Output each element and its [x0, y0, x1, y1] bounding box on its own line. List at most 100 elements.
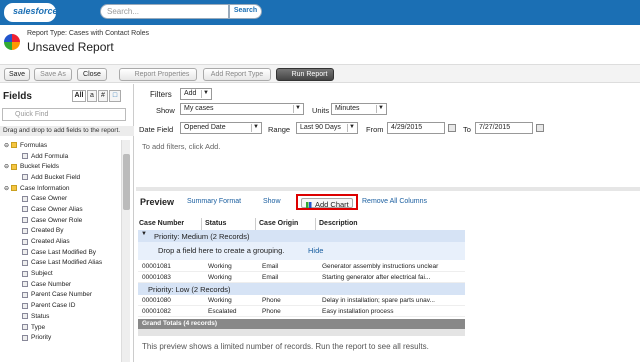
chevron-down-icon: ▼ [293, 105, 302, 113]
fields-tab-number[interactable]: # [98, 90, 108, 102]
from-label: From [366, 125, 384, 134]
table-cell: Working [208, 274, 232, 281]
run-report-button[interactable]: Run Report [276, 68, 334, 81]
grouping-drop-zone[interactable]: Drop a field here to create a grouping. … [138, 242, 465, 260]
field-label: Parent Case Number [31, 291, 93, 299]
fields-scrollbar[interactable] [121, 140, 130, 362]
range-select-value: Last 90 Days [300, 124, 341, 131]
preview-panel: Preview Summary Format Show Add Chart Re… [136, 192, 640, 362]
table-cell: Delay in installation; spare parts unav.… [322, 297, 435, 304]
table-cell: 00001080 [142, 297, 171, 304]
filters-add-dropdown[interactable]: Add ▼ [180, 88, 212, 100]
table-cell: Phone [262, 297, 281, 304]
field-icon [22, 174, 28, 181]
field-item[interactable]: Created By [0, 226, 120, 237]
field-item[interactable]: Priority [0, 332, 120, 343]
field-item[interactable]: Subject [0, 268, 120, 279]
field-label: Formulas [20, 141, 48, 149]
panel-divider[interactable] [136, 187, 640, 191]
add-chart-button[interactable]: Add Chart [301, 198, 353, 209]
range-select[interactable]: Last 90 Days ▼ [296, 122, 358, 134]
table-cell: Working [208, 297, 232, 304]
close-button[interactable]: Close [77, 68, 107, 81]
group-medium-label: Priority: Medium (2 Records) [154, 232, 250, 241]
filters-label: Filters [150, 90, 172, 99]
save-as-button[interactable]: Save As [34, 68, 72, 81]
date-field-value: Opened Date [184, 124, 226, 131]
fields-tab-date[interactable]: □ [109, 90, 121, 102]
add-chart-label: Add Chart [315, 200, 349, 209]
search-input[interactable]: Search... [100, 4, 229, 19]
bar-chart-icon [306, 202, 313, 208]
collapse-toggle-icon[interactable]: ⊖ [4, 163, 9, 170]
field-folder[interactable]: ⊖ Case Information [0, 183, 120, 194]
collapse-toggle-icon[interactable]: ⊖ [4, 185, 9, 192]
field-tree: ⊖ Formulas Add Formula ⊖ Bucket Fields Add Bu… [0, 140, 120, 362]
fields-title: Fields [3, 91, 32, 102]
preview-title: Preview [140, 197, 175, 207]
show-dropdown[interactable]: Show [263, 198, 281, 205]
field-item[interactable]: Status [0, 311, 120, 322]
fields-panel: Fields All a # □ Quick Find Drag and dro… [0, 84, 134, 362]
field-item[interactable]: Case Number [0, 279, 120, 290]
add-chart-highlight: Add Chart [296, 194, 358, 210]
hide-link[interactable]: Hide [308, 246, 323, 255]
group-header-low[interactable]: Priority: Low (2 Records) [138, 283, 465, 295]
field-icon [22, 249, 28, 256]
folder-icon [11, 185, 18, 192]
show-select[interactable]: My cases ▼ [180, 103, 304, 115]
field-item[interactable]: Parent Case Number [0, 290, 120, 301]
calendar-icon[interactable] [536, 124, 544, 132]
date-field-select[interactable]: Opened Date ▼ [180, 122, 262, 134]
from-date-input[interactable]: 4/29/2015 [387, 122, 445, 134]
quick-find-input[interactable]: Quick Find [2, 108, 126, 121]
field-item[interactable]: Created Alias [0, 236, 120, 247]
field-item[interactable]: Case Last Modified By [0, 247, 120, 258]
fields-tab-all[interactable]: All [72, 90, 86, 102]
add-report-type-button[interactable]: Add Report Type [203, 68, 271, 81]
units-label: Units [312, 106, 330, 115]
chevron-down-icon: ▼ [347, 124, 356, 132]
field-item[interactable]: Case Owner Role [0, 215, 120, 226]
field-item[interactable]: Case Last Modified Alias [0, 258, 120, 269]
field-item[interactable]: Case Owner [0, 193, 120, 204]
field-item[interactable]: Type [0, 322, 120, 333]
chevron-down-icon: ▼ [251, 124, 260, 132]
remove-all-columns-link[interactable]: Remove All Columns [362, 198, 427, 205]
table-cell: Easy installation process [322, 308, 394, 315]
group-header-medium[interactable]: ▼ Priority: Medium (2 Records) [138, 230, 465, 242]
search-button[interactable]: Search [229, 4, 262, 19]
collapse-toggle-icon[interactable]: ⊖ [4, 142, 9, 149]
field-label: Priority [31, 334, 52, 342]
field-icon [22, 334, 28, 341]
field-folder[interactable]: ⊖ Bucket Fields [0, 161, 120, 172]
units-select-value: Minutes [335, 105, 360, 112]
field-item[interactable]: Case Owner Alias [0, 204, 120, 215]
scrollbar-thumb[interactable] [123, 154, 130, 210]
summary-format-dropdown[interactable]: Summary Format [187, 198, 241, 205]
collapse-icon[interactable]: ▼ [141, 231, 147, 237]
top-header: salesforce Search... Search [0, 0, 640, 25]
table-cell: Escalated [208, 308, 237, 315]
units-select[interactable]: Minutes ▼ [331, 103, 387, 115]
field-label: Type [31, 323, 46, 331]
field-item[interactable]: Add Formula [0, 151, 120, 162]
report-properties-button[interactable]: Report Properties [119, 68, 197, 81]
field-item[interactable]: Add Bucket Field [0, 172, 120, 183]
field-label: Case Last Modified By [31, 248, 97, 256]
to-label: To [463, 125, 471, 134]
field-item[interactable]: Parent Case ID [0, 300, 120, 311]
save-button[interactable]: Save [4, 68, 30, 81]
table-row: 00001080 Working Phone Delay in installatio… [138, 296, 465, 306]
field-label: Add Formula [31, 152, 69, 160]
fields-tab-text[interactable]: a [87, 90, 97, 102]
to-date-input[interactable]: 7/27/2015 [475, 122, 533, 134]
group-low-label: Priority: Low (2 Records) [148, 285, 231, 294]
show-select-value: My cases [184, 105, 214, 112]
field-icon [22, 281, 28, 288]
salesforce-logo[interactable]: salesforce [4, 3, 58, 22]
field-icon [22, 324, 28, 331]
field-folder[interactable]: ⊖ Formulas [0, 140, 120, 151]
calendar-icon[interactable] [448, 124, 456, 132]
field-label: Created Alias [31, 238, 70, 246]
